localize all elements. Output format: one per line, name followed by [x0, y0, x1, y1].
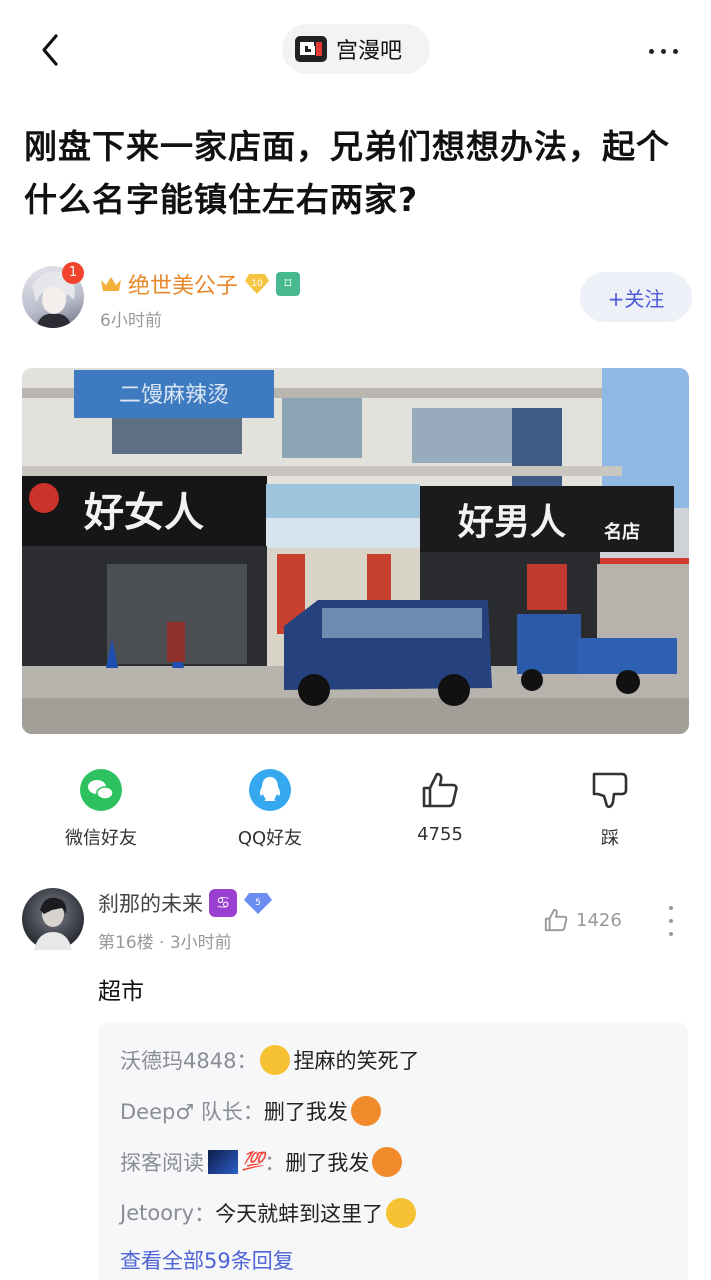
- reply-separator: ：: [194, 1201, 216, 1226]
- share-qq-button[interactable]: QQ好友: [195, 768, 345, 850]
- author-row: 1 绝世美公子 10 ⌑ 6小时前 +关注: [22, 262, 692, 332]
- commenter-name-row: 刹那的未来 ♋ 5: [98, 888, 273, 918]
- level-gem-icon: 5: [244, 893, 272, 914]
- floor-number: 第16楼: [98, 933, 154, 953]
- hundred-emoji-icon: 💯: [242, 1151, 265, 1172]
- back-icon[interactable]: [32, 30, 72, 70]
- reply-text: 删了我发: [263, 1099, 348, 1124]
- comment-text: 超市: [98, 979, 144, 1005]
- reply-text: 删了我发: [285, 1150, 370, 1175]
- comment-like-count: 1426: [576, 909, 622, 931]
- comment-time: 3小时前: [169, 933, 232, 953]
- author-name[interactable]: 绝世美公子: [128, 268, 238, 300]
- reply-user[interactable]: 探客阅读: [120, 1147, 204, 1177]
- more-options-icon[interactable]: [643, 36, 683, 66]
- commenter-avatar[interactable]: [22, 888, 84, 950]
- galaxy-badge-icon: [208, 1149, 238, 1174]
- reply-item[interactable]: 沃德玛4848 ： 捏麻的笑死了: [120, 1034, 666, 1085]
- dislike-button[interactable]: 踩: [535, 768, 685, 850]
- reply-separator: ：: [242, 1099, 264, 1124]
- comment-item: 刹那的未来 ♋ 5 第16楼 · 3小时前 1426 超市 沃德玛4848 ： …: [22, 884, 692, 1280]
- commenter-name[interactable]: 刹那的未来: [98, 888, 203, 918]
- forum-logo-icon: [295, 36, 327, 62]
- forum-name: 宫漫吧: [336, 39, 403, 64]
- level-badge-text: 10: [251, 279, 263, 289]
- dislike-label: 踩: [601, 828, 619, 849]
- post-title: 刚盘下来一家店面，兄弟们想想办法，起个什么名字能镇住左右两家?: [24, 127, 670, 219]
- yawn-emoji-icon: [386, 1197, 417, 1228]
- reply-user[interactable]: Jetoory: [120, 1201, 194, 1225]
- reply-item[interactable]: Deep♂ 队长 ： 删了我发: [120, 1085, 666, 1136]
- sign-top-text: 二馒麻辣烫: [119, 383, 229, 408]
- comment-meta: 第16楼 · 3小时前: [98, 928, 232, 953]
- reply-list[interactable]: 沃德玛4848 ： 捏麻的笑死了 Deep♂ 队长 ： 删了我发 探客阅读 💯 …: [98, 1022, 688, 1280]
- sign-right-text: 好男人: [457, 501, 566, 543]
- share-qq-label: QQ好友: [237, 828, 303, 849]
- reply-text: 今天就蚌到这里了: [215, 1201, 384, 1226]
- reply-item[interactable]: 探客阅读 💯 ： 删了我发: [120, 1136, 666, 1187]
- angry-emoji-icon: [350, 1095, 381, 1126]
- post-image[interactable]: 二馒麻辣烫 好女人 好男人 名店: [22, 368, 689, 734]
- level-badge-icon: 10: [245, 274, 270, 294]
- like-button[interactable]: 4755: [365, 768, 515, 845]
- reply-user[interactable]: 沃德玛4848: [120, 1045, 236, 1075]
- thumbs-down-icon: [592, 772, 628, 809]
- post-time: 6小时前: [100, 311, 162, 331]
- wechat-icon: [80, 769, 122, 811]
- share-wechat-label: 微信好友: [65, 828, 137, 849]
- level-gem-text: 5: [255, 898, 261, 908]
- qq-icon: [249, 769, 291, 811]
- reply-item[interactable]: Jetoory ： 今天就蚌到这里了: [120, 1187, 666, 1238]
- angry-emoji-icon: [372, 1146, 403, 1177]
- member-tag-icon: ⌑: [276, 272, 301, 296]
- thumbs-up-icon: [422, 772, 458, 808]
- reply-separator: ：: [236, 1048, 258, 1073]
- meta-separator: ·: [159, 933, 165, 953]
- top-bar: 宫漫吧: [0, 0, 711, 100]
- comment-more-icon[interactable]: [666, 906, 676, 936]
- cancer-zodiac-icon: ♋: [209, 889, 237, 917]
- share-wechat-button[interactable]: 微信好友: [26, 768, 176, 850]
- sign-left-text: 好女人: [83, 489, 204, 536]
- post-actions: 微信好友 QQ好友 4755 踩: [0, 768, 711, 858]
- view-all-replies-link[interactable]: 查看全部59条回复: [120, 1238, 666, 1280]
- thumbs-up-icon: [544, 908, 568, 932]
- reply-separator: ：: [264, 1150, 286, 1175]
- comment-like-button[interactable]: 1426: [542, 906, 622, 934]
- forum-chip[interactable]: 宫漫吧: [282, 24, 430, 74]
- like-count: 4755: [417, 824, 463, 845]
- laughing-emoji-icon: [260, 1044, 291, 1075]
- reply-user[interactable]: Deep♂ 队长: [120, 1096, 243, 1126]
- notification-badge: 1: [62, 262, 84, 284]
- follow-button[interactable]: +关注: [580, 272, 692, 322]
- reply-text: 捏麻的笑死了: [293, 1048, 420, 1073]
- sign-right-suffix: 名店: [604, 521, 640, 543]
- author-name-row: 绝世美公子 10 ⌑: [100, 268, 301, 300]
- crown-icon: [101, 277, 121, 291]
